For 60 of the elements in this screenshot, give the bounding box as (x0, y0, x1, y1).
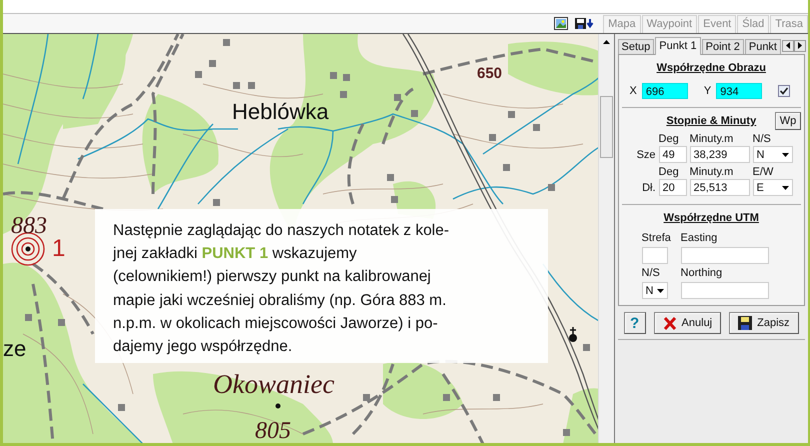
help-button[interactable]: ? (624, 312, 646, 334)
elevation-label: 805 (255, 419, 291, 443)
elevation-label: 650 (477, 66, 502, 81)
row-label: Dł. (641, 182, 656, 194)
left-arrow-icon (786, 42, 790, 49)
input-field[interactable]: 25,513 (690, 179, 750, 196)
section-title: Stopnie & Minuty (666, 115, 756, 127)
input-field[interactable]: 38,239 (690, 146, 750, 163)
picture-icon[interactable] (554, 17, 568, 30)
caret-icon (782, 186, 789, 190)
input-field[interactable]: 696 (642, 83, 688, 99)
caret-icon (782, 152, 789, 156)
dropdown[interactable]: N (642, 282, 668, 299)
field-label: N/S (642, 267, 661, 279)
scroll-left-button[interactable] (782, 40, 794, 52)
panel-tab[interactable]: Punkt (744, 39, 781, 54)
wp-button[interactable]: Wp (775, 112, 801, 130)
panel-tab[interactable]: Punkt 1 (655, 37, 701, 55)
place-name: Heblówka (232, 101, 329, 123)
input-field[interactable] (680, 247, 769, 264)
column-label: Minuty.m (690, 133, 734, 145)
cross-icon (662, 316, 677, 330)
save-icon (738, 316, 752, 330)
column-label: Deg (658, 166, 680, 178)
row-label: Sze (636, 148, 656, 160)
input-field[interactable]: 49 (658, 146, 687, 163)
section-title: Współrzędne UTM (662, 212, 760, 224)
elevation-label: 883 (11, 214, 47, 238)
dropdown[interactable]: N (752, 146, 793, 163)
panel-tab[interactable]: Setup (618, 39, 654, 54)
column-label: Deg (658, 133, 680, 145)
scrollbar-track[interactable] (598, 34, 614, 443)
up-arrow-icon (602, 40, 610, 44)
cancel-button[interactable]: Anuluj (654, 312, 722, 334)
field-label: X (630, 85, 637, 97)
right-arrow-icon (798, 42, 802, 49)
field-label: Northing (680, 267, 724, 279)
panel-tab[interactable]: Point 2 (702, 39, 744, 54)
save-icon[interactable] (575, 18, 596, 30)
place-name: ze (3, 338, 26, 360)
scroll-right-button[interactable] (794, 40, 806, 52)
column-label: E/W (752, 166, 774, 178)
point-number: 1 (52, 237, 66, 261)
dropdown[interactable]: E (752, 179, 793, 196)
section-title: Współrzędne Obrazu (656, 62, 767, 74)
input-field[interactable] (642, 247, 668, 264)
column-label: Minuty.m (690, 166, 734, 178)
scrollbar-thumb[interactable] (600, 96, 613, 158)
save-button[interactable]: Zapisz (729, 312, 799, 334)
peak-name: Okowaniec (213, 371, 334, 398)
church-icon (568, 327, 578, 343)
caret-icon (656, 288, 664, 292)
input-field[interactable]: 20 (658, 179, 687, 196)
checkbox[interactable] (778, 85, 790, 97)
input-field[interactable] (680, 282, 769, 299)
field-label: Y (704, 85, 712, 97)
field-label: Easting (680, 232, 718, 244)
input-field[interactable]: 934 (716, 83, 762, 99)
instruction-note: Następnie zaglądając do naszych notatek z kole- jnej zakładki PUNKT 1 wskazujemy (celownikiem!) pierwszy punkt na kalibrowanej mapie jaki wcześniej obraliśmy (np. Góra 883 m. n.p.m. w okolicach miejscowości Jaworze) i po- dajemy jego współrzędne. (95, 209, 548, 363)
column-label: N/S (752, 133, 772, 145)
